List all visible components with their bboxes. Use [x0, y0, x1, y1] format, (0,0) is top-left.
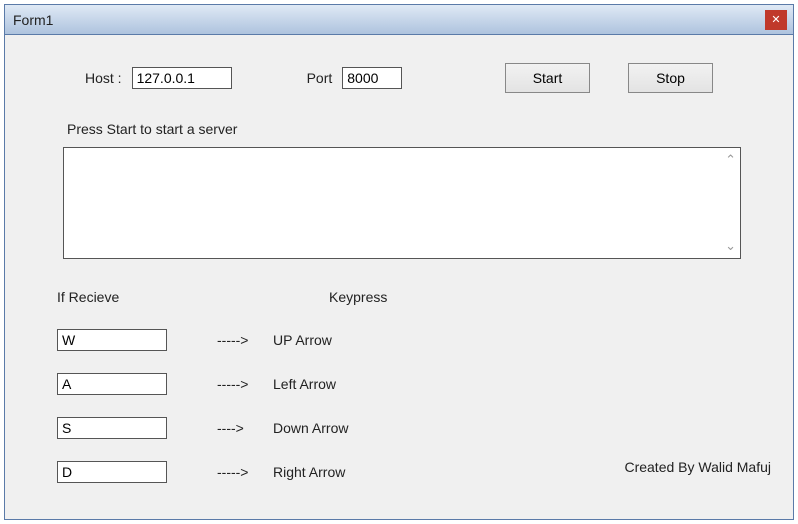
recv-input-3[interactable] [57, 461, 167, 483]
port-label: Port [307, 70, 333, 86]
mapping-row: ----> Down Arrow [57, 417, 743, 439]
key-label-3: Right Arrow [273, 464, 345, 480]
close-icon: ✕ [771, 13, 780, 26]
key-label-0: UP Arrow [273, 332, 332, 348]
recv-input-0[interactable] [57, 329, 167, 351]
connection-row: Host : Port Start Stop [85, 63, 713, 93]
start-button[interactable]: Start [505, 63, 590, 93]
app-window: Form1 ✕ Host : Port Start Stop Press Sta… [4, 4, 794, 520]
mapping-headers: If Recieve Keypress [57, 289, 743, 305]
status-text: Press Start to start a server [67, 121, 743, 137]
key-label-1: Left Arrow [273, 376, 336, 392]
header-key: Keypress [329, 289, 387, 305]
title-bar[interactable]: Form1 ✕ [5, 5, 793, 35]
credit-text: Created By Walid Mafuj [624, 459, 771, 475]
stop-button[interactable]: Stop [628, 63, 713, 93]
header-arrow [273, 289, 329, 305]
mapping-row: -----> Left Arrow [57, 373, 743, 395]
recv-input-2[interactable] [57, 417, 167, 439]
arrow-icon: -----> [217, 376, 273, 392]
scroll-up-icon[interactable]: ⌃ [725, 152, 736, 168]
recv-input-1[interactable] [57, 373, 167, 395]
host-label: Host : [85, 70, 122, 86]
log-textarea[interactable]: ⌃ ⌄ [63, 147, 741, 259]
close-button[interactable]: ✕ [765, 10, 787, 30]
client-area: Host : Port Start Stop Press Start to st… [5, 35, 793, 493]
header-recv: If Recieve [57, 289, 273, 305]
window-title: Form1 [13, 12, 53, 28]
arrow-icon: ----> [217, 420, 273, 436]
mapping-row: -----> UP Arrow [57, 329, 743, 351]
host-input[interactable] [132, 67, 232, 89]
arrow-icon: -----> [217, 332, 273, 348]
scroll-down-icon[interactable]: ⌄ [725, 238, 736, 254]
key-label-2: Down Arrow [273, 420, 348, 436]
port-input[interactable] [342, 67, 402, 89]
arrow-icon: -----> [217, 464, 273, 480]
